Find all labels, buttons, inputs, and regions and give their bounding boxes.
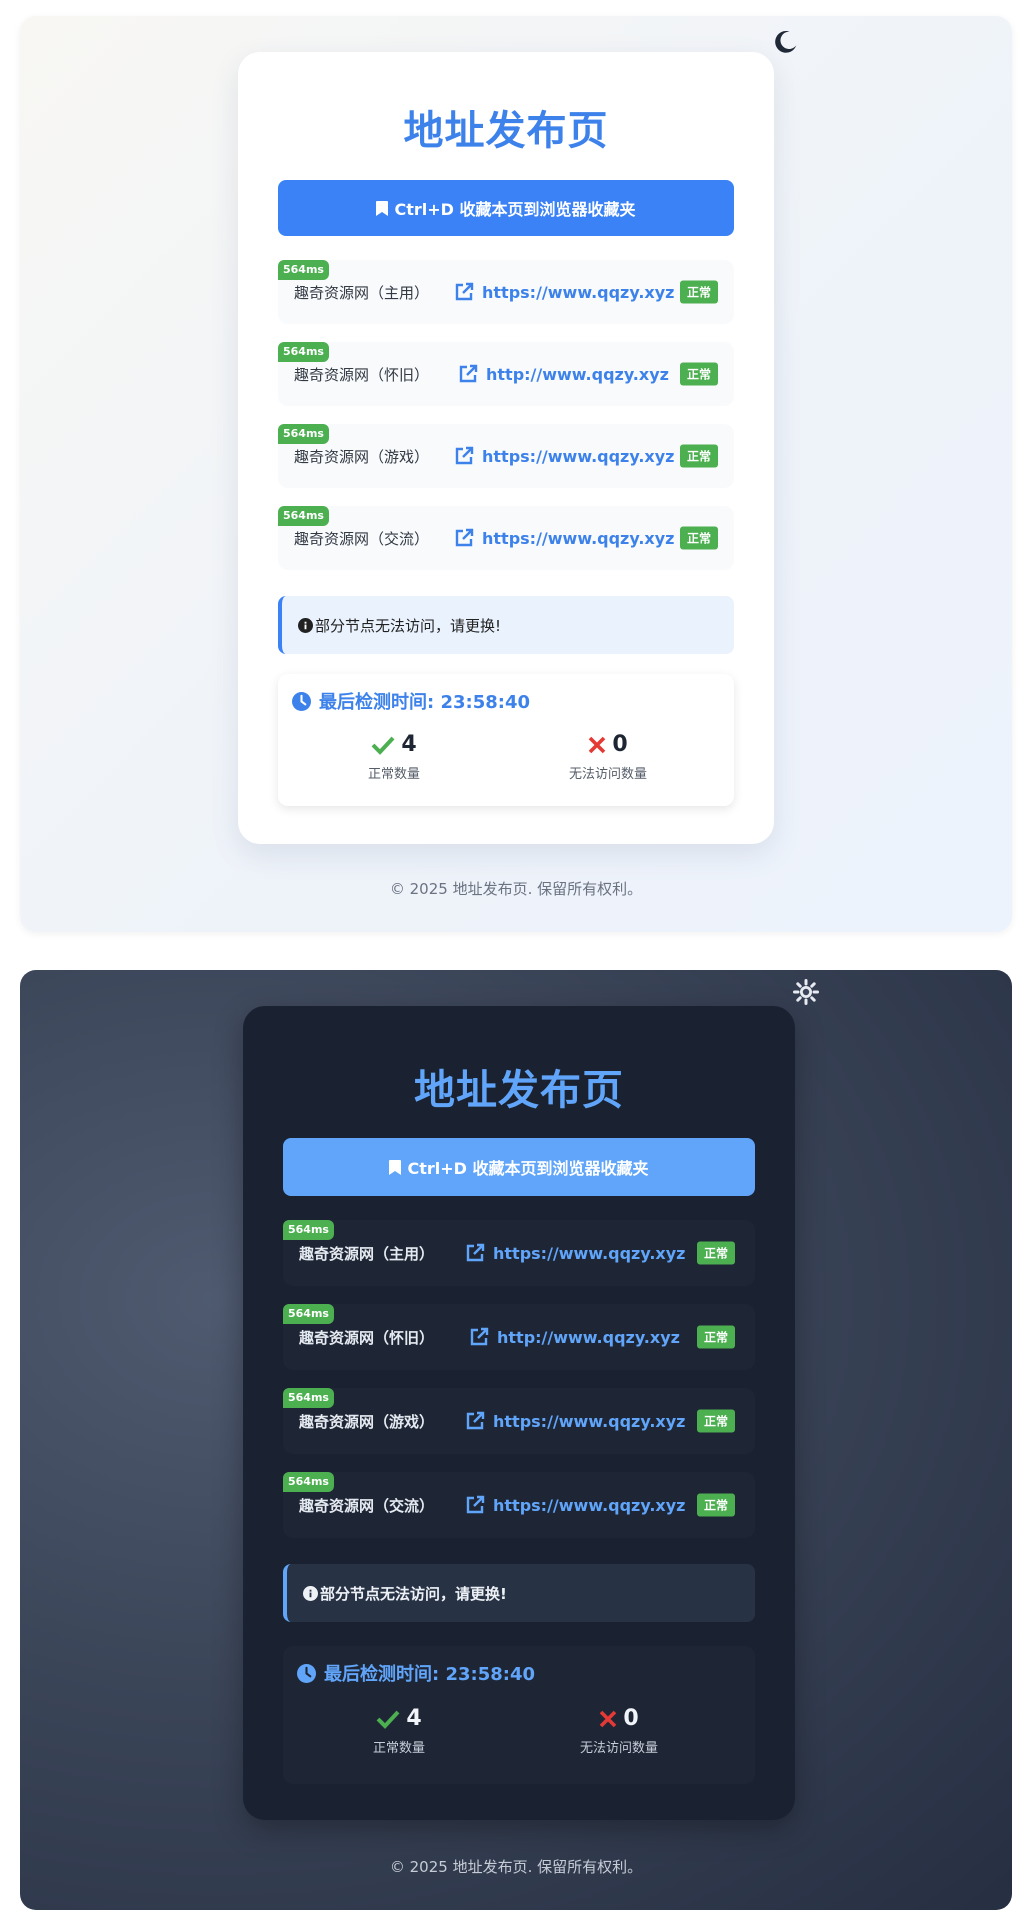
site-link[interactable]: https://www.qqzy.xyz: [454, 506, 674, 570]
last-check-time: 最后检测时间: 23:58:40: [297, 1660, 535, 1686]
ok-stat: 4 正常数量: [294, 732, 494, 782]
site-link[interactable]: http://www.qqzy.xyz: [469, 1304, 680, 1370]
dark-theme-page: 地址发布页 Ctrl+D 收藏本页到浏览器收藏夹 564ms 趣奇资源网（主用）…: [20, 970, 1012, 1910]
site-name: 趣奇资源网（交流）: [299, 1496, 435, 1515]
theme-toggle-button[interactable]: [790, 976, 822, 1008]
external-link-icon: [455, 446, 474, 465]
ok-label: 正常数量: [372, 1741, 425, 1756]
fail-count: 0: [612, 732, 628, 757]
site-url: https://www.qqzy.xyz: [482, 446, 675, 466]
external-link-icon: [470, 1327, 489, 1346]
ok-count: 4: [406, 1706, 422, 1731]
status-summary: 最后检测时间: 23:58:40 4 正常数量 0 无法访问数量: [283, 1646, 755, 1784]
site-row: 564ms 趣奇资源网（游戏） https://www.qqzy.xyz 正常: [278, 424, 734, 488]
site-name: 趣奇资源网（主用）: [299, 1244, 435, 1263]
clock-icon: [292, 691, 311, 711]
bookmark-button[interactable]: Ctrl+D 收藏本页到浏览器收藏夹: [283, 1138, 755, 1196]
check-icon: [371, 736, 395, 755]
bookmark-icon: [389, 1159, 402, 1175]
page-title: 地址发布页: [414, 1066, 624, 1114]
ok-stat: 4 正常数量: [299, 1706, 499, 1756]
ok-count: 4: [401, 732, 417, 757]
status-badge: 正常: [697, 1409, 736, 1433]
notice-text: 部分节点无法访问，请更换!: [315, 616, 502, 635]
moon-icon: [775, 31, 797, 53]
site-url: https://www.qqzy.xyz: [493, 1243, 686, 1263]
bookmark-label: Ctrl+D 收藏本页到浏览器收藏夹: [394, 200, 636, 219]
info-icon: [298, 617, 313, 633]
external-link-icon: [466, 1411, 485, 1430]
fail-stat: 0 无法访问数量: [519, 1706, 719, 1756]
bookmark-label: Ctrl+D 收藏本页到浏览器收藏夹: [407, 1159, 649, 1178]
external-link-icon: [455, 282, 474, 301]
site-row: 564ms 趣奇资源网（交流） https://www.qqzy.xyz 正常: [283, 1472, 755, 1538]
notice-text: 部分节点无法访问，请更换!: [320, 1584, 507, 1603]
last-check-time: 最后检测时间: 23:58:40: [292, 688, 530, 714]
x-icon: [589, 736, 606, 753]
theme-toggle-button[interactable]: [770, 26, 802, 58]
site-name: 趣奇资源网（游戏）: [294, 447, 430, 466]
footer-copyright: © 2025 地址发布页. 保留所有权利。: [389, 1858, 643, 1876]
footer-copyright: © 2025 地址发布页. 保留所有权利。: [389, 880, 643, 898]
site-name: 趣奇资源网（交流）: [294, 529, 430, 548]
site-url: http://www.qqzy.xyz: [486, 364, 669, 384]
x-icon: [600, 1710, 617, 1727]
site-url: http://www.qqzy.xyz: [497, 1327, 680, 1347]
status-badge: 正常: [697, 1241, 736, 1265]
site-link[interactable]: https://www.qqzy.xyz: [465, 1388, 685, 1454]
status-badge: 正常: [680, 526, 719, 550]
site-row: 564ms 趣奇资源网（交流） https://www.qqzy.xyz 正常: [278, 506, 734, 570]
status-badge: 正常: [680, 444, 719, 468]
site-link[interactable]: http://www.qqzy.xyz: [458, 342, 669, 406]
site-link[interactable]: https://www.qqzy.xyz: [465, 1472, 685, 1538]
ok-label: 正常数量: [367, 767, 420, 782]
status-badge: 正常: [697, 1493, 736, 1517]
site-row: 564ms 趣奇资源网（怀旧） http://www.qqzy.xyz 正常: [278, 342, 734, 406]
site-name: 趣奇资源网（游戏）: [299, 1412, 435, 1431]
site-url: https://www.qqzy.xyz: [482, 528, 675, 548]
site-link[interactable]: https://www.qqzy.xyz: [465, 1220, 685, 1286]
external-link-icon: [459, 364, 478, 383]
main-card: 地址发布页 Ctrl+D 收藏本页到浏览器收藏夹 564ms 趣奇资源网（主用）…: [243, 1006, 795, 1820]
site-link[interactable]: https://www.qqzy.xyz: [454, 424, 674, 488]
site-name: 趣奇资源网（怀旧）: [299, 1328, 435, 1347]
fail-count: 0: [623, 1706, 639, 1731]
site-row: 564ms 趣奇资源网（主用） https://www.qqzy.xyz 正常: [283, 1220, 755, 1286]
page-title: 地址发布页: [403, 108, 609, 154]
sun-icon: [793, 979, 819, 1005]
site-link[interactable]: https://www.qqzy.xyz: [454, 260, 674, 324]
fail-label: 无法访问数量: [579, 1741, 658, 1756]
notice-banner: 部分节点无法访问，请更换!: [278, 596, 734, 654]
check-icon: [376, 1710, 400, 1729]
status-badge: 正常: [697, 1325, 736, 1349]
site-row: 564ms 趣奇资源网（主用） https://www.qqzy.xyz 正常: [278, 260, 734, 324]
check-time-text: 最后检测时间: 23:58:40: [324, 1664, 536, 1685]
site-url: https://www.qqzy.xyz: [482, 282, 675, 302]
status-badge: 正常: [680, 280, 719, 304]
check-time-text: 最后检测时间: 23:58:40: [319, 692, 531, 713]
external-link-icon: [455, 528, 474, 547]
site-name: 趣奇资源网（怀旧）: [294, 365, 430, 384]
site-row: 564ms 趣奇资源网（怀旧） http://www.qqzy.xyz 正常: [283, 1304, 755, 1370]
site-name: 趣奇资源网（主用）: [294, 283, 430, 302]
clock-icon: [297, 1663, 316, 1683]
status-summary: 最后检测时间: 23:58:40 4 正常数量 0 无法访问数量: [278, 674, 734, 806]
bookmark-icon: [376, 200, 389, 216]
fail-stat: 0 无法访问数量: [508, 732, 708, 782]
bookmark-button[interactable]: Ctrl+D 收藏本页到浏览器收藏夹: [278, 180, 734, 236]
external-link-icon: [466, 1243, 485, 1262]
info-icon: [303, 1585, 318, 1601]
fail-label: 无法访问数量: [568, 767, 647, 782]
site-url: https://www.qqzy.xyz: [493, 1495, 686, 1515]
light-theme-page: 地址发布页 Ctrl+D 收藏本页到浏览器收藏夹 564ms 趣奇资源网（主用）…: [20, 16, 1012, 932]
status-badge: 正常: [680, 362, 719, 386]
external-link-icon: [466, 1495, 485, 1514]
main-card: 地址发布页 Ctrl+D 收藏本页到浏览器收藏夹 564ms 趣奇资源网（主用）…: [238, 52, 774, 844]
site-url: https://www.qqzy.xyz: [493, 1411, 686, 1431]
site-row: 564ms 趣奇资源网（游戏） https://www.qqzy.xyz 正常: [283, 1388, 755, 1454]
notice-banner: 部分节点无法访问，请更换!: [283, 1564, 755, 1622]
